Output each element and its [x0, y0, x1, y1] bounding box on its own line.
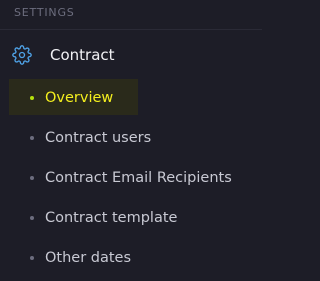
sidebar-item-overview[interactable]: Overview — [0, 78, 262, 118]
bullet-dot-icon — [30, 256, 34, 260]
bullet-dot-icon — [30, 136, 34, 140]
gear-icon — [12, 45, 32, 65]
sidebar-item-label: Other dates — [45, 250, 132, 266]
sidebar-item-contract-users[interactable]: Contract users — [0, 118, 262, 158]
sidebar-group-label: Contract — [50, 46, 115, 64]
sidebar-group-contract[interactable]: Contract — [0, 35, 262, 75]
sidebar-item-label: Contract template — [45, 210, 178, 226]
sidebar-item-contract-email-recipients[interactable]: Contract Email Recipients — [0, 158, 262, 198]
bullet-dot-icon — [30, 216, 34, 220]
bullet-dot-icon — [30, 96, 34, 100]
sidebar-item-label: Overview — [45, 90, 114, 106]
section-title: SETTINGS — [14, 6, 75, 19]
sidebar-item-other-dates[interactable]: Other dates — [0, 238, 262, 278]
sidebar-item-contract-template[interactable]: Contract template — [0, 198, 262, 238]
sidebar-submenu: Overview Contract users Contract Email R… — [0, 78, 262, 278]
sidebar-item-label: Contract Email Recipients — [45, 170, 232, 186]
section-divider — [0, 29, 262, 30]
settings-sidebar: SETTINGS Contract Overview Contract user… — [0, 0, 262, 281]
sidebar-item-label: Contract users — [45, 130, 152, 146]
bullet-dot-icon — [30, 176, 34, 180]
